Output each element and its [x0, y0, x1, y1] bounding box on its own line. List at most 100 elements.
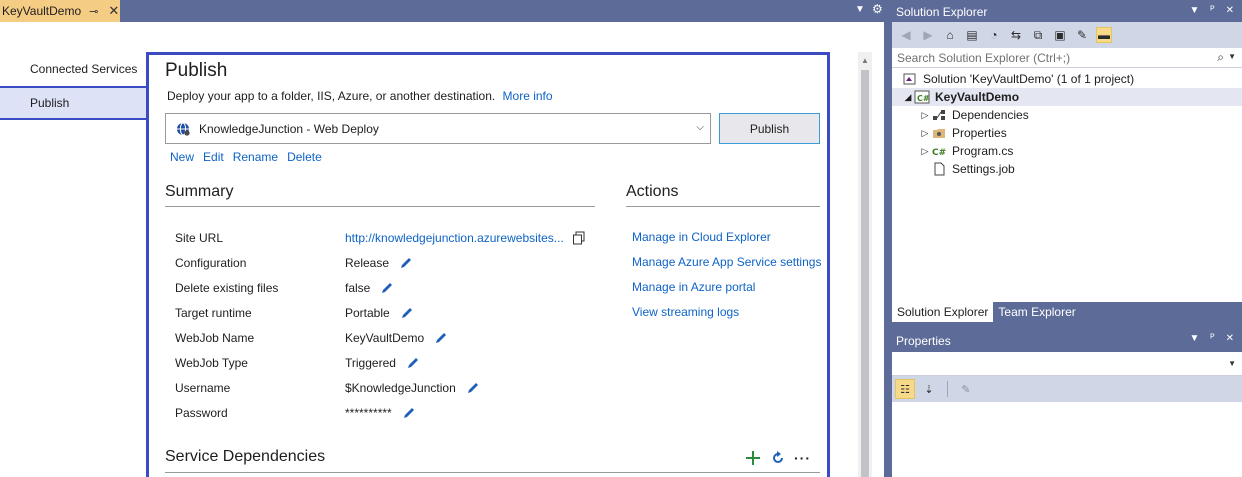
gear-icon[interactable]: ⚙ [872, 2, 883, 16]
solution-search-input[interactable]: Search Solution Explorer (Ctrl+;) ⌕ ▼ [892, 48, 1242, 68]
copy-icon[interactable] [572, 231, 586, 245]
summary-label: Site URL [175, 231, 224, 245]
nav-item-label: Publish [30, 96, 70, 110]
document-tab-title: KeyVaultDemo [2, 4, 82, 18]
edit-pencil-icon[interactable] [402, 406, 416, 420]
summary-row-webjob-type: WebJob Type Triggered [175, 354, 420, 372]
window-position-icon[interactable]: ▼ [1190, 333, 1200, 344]
back-icon[interactable]: ◀ [898, 28, 914, 42]
summary-row-configuration: Configuration Release [175, 254, 413, 272]
tree-item-label: Properties [952, 126, 1007, 140]
more-info-link[interactable]: More info [503, 89, 553, 103]
expand-arrow-icon[interactable]: ▷ [919, 128, 931, 139]
tab-team-explorer[interactable]: Team Explorer [993, 302, 1080, 322]
divider [165, 206, 595, 207]
nav-item-publish[interactable]: Publish [0, 86, 146, 120]
manage-cloud-explorer-link[interactable]: Manage in Cloud Explorer [632, 230, 771, 244]
search-options-icon[interactable]: ▼ [1228, 52, 1236, 61]
view-streaming-logs-link[interactable]: View streaming logs [632, 305, 739, 319]
document-tab[interactable]: KeyVaultDemo ⊸ ✕ [0, 0, 120, 22]
tree-item-program-cs[interactable]: ▷ C# Program.cs [892, 142, 1242, 160]
summary-label: Password [175, 406, 228, 420]
refresh-icon[interactable] [771, 451, 785, 465]
delete-profile-link[interactable]: Delete [287, 150, 322, 164]
collapse-all-icon[interactable]: ⧉ [1030, 28, 1046, 43]
tree-item-properties[interactable]: ▷ Properties [892, 124, 1242, 142]
forward-icon[interactable]: ▶ [920, 28, 936, 42]
new-profile-link[interactable]: New [170, 150, 194, 164]
properties-wrench-icon[interactable]: ✎ [1074, 28, 1090, 42]
edit-pencil-icon[interactable] [399, 256, 413, 270]
summary-value: false [345, 281, 371, 295]
home-icon[interactable]: ⌂ [942, 28, 958, 42]
rename-profile-link[interactable]: Rename [233, 150, 278, 164]
page-title: Publish [165, 60, 228, 81]
pending-changes-icon[interactable]: ◔ [986, 28, 1002, 42]
sync-icon[interactable]: ⇆ [1008, 28, 1024, 42]
svg-text:C#: C# [917, 94, 930, 103]
scrollbar-thumb[interactable] [861, 70, 869, 477]
publish-button[interactable]: Publish [719, 113, 820, 144]
dependencies-icon [931, 108, 947, 122]
tree-item-settings-job[interactable]: Settings.job [892, 160, 1242, 178]
tree-item-label: Dependencies [952, 108, 1029, 122]
pin-icon[interactable]: ᴾ [1210, 333, 1214, 344]
tree-item-dependencies[interactable]: ▷ Dependencies [892, 106, 1242, 124]
summary-label: Username [175, 381, 231, 395]
edit-profile-link[interactable]: Edit [203, 150, 224, 164]
manage-azure-portal-link[interactable]: Manage in Azure portal [632, 280, 755, 294]
preview-selected-icon[interactable]: ▬ [1096, 27, 1112, 43]
search-icon[interactable]: ⌕ [1217, 50, 1224, 65]
vertical-scrollbar[interactable]: ▲ [858, 52, 872, 477]
properties-object-selector[interactable]: ▼ [892, 352, 1242, 376]
publish-description: Deploy your app to a folder, IIS, Azure,… [167, 89, 553, 103]
solution-explorer-header: Solution Explorer ▼ ᴾ ✕ [892, 2, 1242, 22]
summary-label: WebJob Type [175, 356, 248, 370]
add-icon[interactable] [745, 450, 761, 466]
tab-dropdown-icon[interactable]: ▼ [855, 4, 865, 15]
window-position-icon[interactable]: ▼ [1190, 5, 1200, 16]
tree-item-label: Program.cs [952, 144, 1014, 158]
solution-explorer-panel: Solution Explorer ▼ ᴾ ✕ ◀ ▶ ⌂ ▤ ◔ ⇆ ⧉ ▣ … [892, 2, 1242, 322]
property-pages-wrench-icon[interactable]: ✎ [956, 379, 976, 399]
edit-pencil-icon[interactable] [406, 356, 420, 370]
summary-row-password: Password ********** [175, 404, 416, 422]
categorized-icon[interactable]: ☷ [895, 379, 915, 399]
close-icon[interactable]: ✕ [1226, 5, 1234, 16]
close-icon[interactable]: ✕ [1226, 333, 1234, 344]
more-options-icon[interactable]: ··· [794, 450, 811, 466]
close-icon[interactable]: ✕ [108, 3, 119, 19]
pin-icon[interactable]: ⊸ [89, 5, 98, 18]
tree-item-project[interactable]: ◢ C# KeyVaultDemo [892, 88, 1242, 106]
pin-icon[interactable]: ᴾ [1210, 5, 1214, 16]
manage-app-service-settings-link[interactable]: Manage Azure App Service settings [632, 255, 821, 269]
summary-label: WebJob Name [175, 331, 255, 345]
tree-item-label: KeyVaultDemo [935, 90, 1020, 104]
csharp-project-icon: C# [914, 90, 930, 104]
publish-profile-value: KnowledgeJunction - Web Deploy [199, 121, 379, 136]
summary-value: Release [345, 256, 390, 270]
solution-tree: Solution 'KeyVaultDemo' (1 of 1 project)… [892, 68, 1242, 178]
expand-arrow-icon[interactable]: ▷ [919, 146, 931, 157]
switch-views-icon[interactable]: ▤ [964, 28, 980, 42]
site-url-link[interactable]: http://knowledgejunction.azurewebsites..… [345, 231, 564, 245]
edit-pencil-icon[interactable] [400, 306, 414, 320]
summary-heading: Summary [165, 183, 234, 200]
publish-profile-dropdown[interactable]: KnowledgeJunction - Web Deploy ⌵ [165, 113, 711, 144]
edit-pencil-icon[interactable] [434, 331, 448, 345]
profile-actions: New Edit Rename Delete [170, 150, 322, 164]
tree-item-solution[interactable]: Solution 'KeyVaultDemo' (1 of 1 project) [892, 70, 1242, 88]
show-all-files-icon[interactable]: ▣ [1052, 28, 1068, 42]
nav-item-connected-services[interactable]: Connected Services [0, 52, 146, 86]
tab-solution-explorer[interactable]: Solution Explorer [892, 302, 994, 322]
expand-arrow-icon[interactable]: ▷ [919, 110, 931, 121]
chevron-down-icon: ⌵ [696, 122, 704, 133]
edit-pencil-icon[interactable] [466, 381, 480, 395]
edit-pencil-icon[interactable] [380, 281, 394, 295]
scroll-up-icon[interactable]: ▲ [861, 56, 869, 65]
alphabetical-icon[interactable]: ⇣ [919, 379, 939, 399]
expand-arrow-icon[interactable]: ◢ [902, 92, 914, 103]
solution-explorer-toolbar: ◀ ▶ ⌂ ▤ ◔ ⇆ ⧉ ▣ ✎ ▬ [892, 22, 1242, 48]
document-area: KeyVaultDemo ⊸ ✕ ▼ ⚙ Connected Services … [0, 0, 884, 477]
service-dependencies-heading: Service Dependencies [165, 448, 326, 465]
